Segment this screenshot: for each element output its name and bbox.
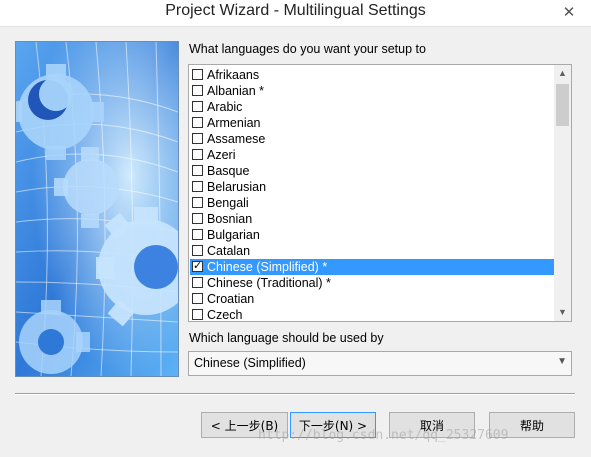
default-language-value: Chinese (Simplified) xyxy=(194,356,306,370)
language-label: Arabic xyxy=(207,100,243,114)
language-label: Bengali xyxy=(207,196,249,210)
language-checkbox[interactable] xyxy=(192,213,203,224)
list-item[interactable]: Basque xyxy=(190,163,555,179)
list-item[interactable]: Arabic xyxy=(190,99,555,115)
language-label: Bulgarian xyxy=(207,228,260,242)
title-bar: Project Wizard - Multilingual Settings ✕ xyxy=(0,0,591,27)
list-item[interactable]: Bulgarian xyxy=(190,227,555,243)
language-label: Albanian * xyxy=(207,84,264,98)
language-checkbox[interactable] xyxy=(192,85,203,96)
language-label: Chinese (Simplified) * xyxy=(207,260,328,274)
language-label: Czech xyxy=(207,308,243,322)
chevron-down-icon[interactable]: ▼ xyxy=(554,304,571,321)
language-checkbox[interactable] xyxy=(192,277,203,288)
list-item[interactable]: Bosnian xyxy=(190,211,555,227)
language-label: Azeri xyxy=(207,148,236,162)
close-icon[interactable]: ✕ xyxy=(547,0,591,24)
language-label: Catalan xyxy=(207,244,251,258)
gears-globe-illustration xyxy=(16,42,178,376)
language-checkbox[interactable] xyxy=(192,149,203,160)
language-label: Belarusian xyxy=(207,180,267,194)
language-list[interactable]: Afrikaans Albanian * Arabic Armenian Assames… xyxy=(188,64,572,322)
wizard-illustration xyxy=(15,41,179,377)
list-item[interactable]: Chinese (Traditional) * xyxy=(190,275,555,291)
scrollbar-thumb[interactable] xyxy=(556,84,569,126)
list-item[interactable]: Afrikaans xyxy=(190,67,555,83)
list-item[interactable]: Catalan xyxy=(190,243,555,259)
checkmark-icon: ✓ xyxy=(193,260,203,272)
list-item[interactable]: Bengali xyxy=(190,195,555,211)
list-item[interactable]: Assamese xyxy=(190,131,555,147)
list-item[interactable]: Albanian * xyxy=(190,83,555,99)
default-language-prompt: Which language should be used by xyxy=(189,331,384,345)
divider xyxy=(15,393,575,395)
window-title: Project Wizard - Multilingual Settings xyxy=(165,2,426,19)
language-checkbox[interactable] xyxy=(192,245,203,256)
language-checkbox[interactable] xyxy=(192,69,203,80)
list-item[interactable]: Azeri xyxy=(190,147,555,163)
language-label: Basque xyxy=(207,164,250,178)
language-label: Bosnian xyxy=(207,212,253,226)
list-item[interactable]: Belarusian xyxy=(190,179,555,195)
language-label: Chinese (Traditional) * xyxy=(207,276,331,290)
list-scrollbar[interactable]: ▲ ▼ xyxy=(554,65,571,321)
chevron-up-icon[interactable]: ▲ xyxy=(554,65,571,82)
language-checkbox[interactable] xyxy=(192,101,203,112)
languages-prompt: What languages do you want your setup to xyxy=(189,42,426,56)
language-checkbox[interactable] xyxy=(192,197,203,208)
list-item[interactable]: Czech xyxy=(190,307,555,322)
language-checkbox[interactable] xyxy=(192,133,203,144)
language-label: Assamese xyxy=(207,132,266,146)
language-items: Afrikaans Albanian * Arabic Armenian Assames… xyxy=(190,67,555,322)
list-item[interactable]: ✓ Chinese (Simplified) * xyxy=(190,259,555,275)
language-checkbox[interactable] xyxy=(192,309,203,320)
language-label: Croatian xyxy=(207,292,255,306)
list-item[interactable]: Croatian xyxy=(190,291,555,307)
language-label: Armenian xyxy=(207,116,261,130)
language-checkbox[interactable] xyxy=(192,181,203,192)
list-item[interactable]: Armenian xyxy=(190,115,555,131)
chevron-down-icon[interactable]: ▼ xyxy=(557,356,567,367)
default-language-select[interactable]: Chinese (Simplified) ▼ xyxy=(188,351,572,376)
language-checkbox[interactable] xyxy=(192,293,203,304)
watermark: http://blog.csdn.net/qq_25327609 xyxy=(258,428,509,443)
language-checkbox[interactable] xyxy=(192,117,203,128)
language-checkbox[interactable] xyxy=(192,165,203,176)
language-checkbox[interactable]: ✓ xyxy=(192,261,203,272)
language-checkbox[interactable] xyxy=(192,229,203,240)
language-label: Afrikaans xyxy=(207,68,260,82)
